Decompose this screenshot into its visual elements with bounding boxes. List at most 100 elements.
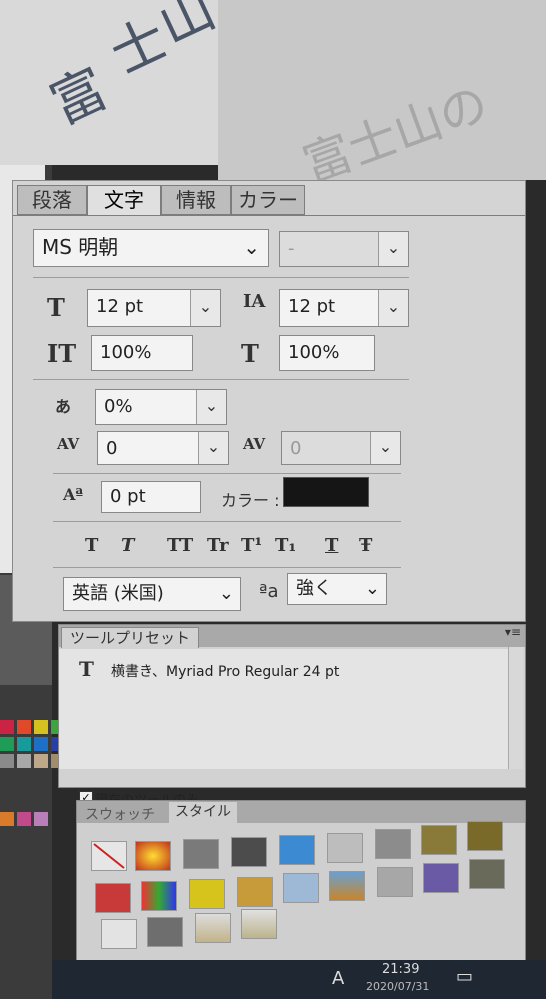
panel-menu-icon[interactable]: ▾≡ (505, 625, 521, 639)
underline-button[interactable]: T (325, 535, 338, 556)
style-swatch[interactable] (327, 833, 363, 863)
notification-icon[interactable]: ▭ (456, 966, 473, 987)
swatch[interactable] (34, 720, 48, 734)
style-swatch[interactable] (95, 883, 131, 913)
swatch-row-left (0, 812, 70, 832)
chevron-down-icon[interactable]: ⌄ (370, 432, 400, 464)
swatch[interactable] (17, 737, 31, 751)
leading-field[interactable]: 12 pt ⌄ (279, 289, 409, 327)
section-divider (53, 521, 401, 522)
style-swatch[interactable] (377, 867, 413, 897)
horizontal-scale-icon: T (241, 339, 259, 368)
swatch[interactable] (0, 720, 14, 734)
font-family-select[interactable]: MS 明朝 ⌄ (33, 229, 269, 267)
style-swatch[interactable] (231, 837, 267, 867)
tracking-field[interactable]: 0 ⌄ (281, 431, 401, 465)
style-swatch[interactable] (375, 829, 411, 859)
style-swatch[interactable] (423, 863, 459, 893)
style-swatch[interactable] (329, 871, 365, 901)
font-size-field[interactable]: 12 pt ⌄ (87, 289, 221, 327)
tracking-icon: AV (243, 435, 266, 453)
style-swatch[interactable] (183, 839, 219, 869)
chevron-down-icon: ⌄ (378, 232, 408, 266)
faux-italic-button[interactable]: T (121, 535, 134, 556)
swatch[interactable] (0, 812, 14, 826)
vertical-scale-field[interactable]: 100% (91, 335, 193, 371)
swatch[interactable] (34, 737, 48, 751)
style-swatch[interactable] (467, 821, 503, 851)
antialias-icon: ªa (259, 581, 279, 602)
swatch[interactable] (0, 754, 14, 768)
tab-color[interactable]: カラー (231, 185, 305, 215)
swatch[interactable] (17, 720, 31, 734)
chevron-down-icon[interactable]: ⌄ (378, 290, 408, 326)
font-style-select[interactable]: - ⌄ (279, 231, 409, 267)
text-color-swatch[interactable] (283, 477, 369, 507)
style-swatch[interactable] (101, 919, 137, 949)
tracking-value: 0 (290, 438, 302, 459)
chevron-down-icon[interactable]: ⌄ (190, 290, 220, 326)
horizontal-scale-field[interactable]: 100% (279, 335, 375, 371)
chevron-down-icon: ⌄ (364, 578, 380, 599)
vertical-scale-value: 100% (100, 342, 152, 363)
section-divider (33, 379, 409, 380)
preset-list: T 横書き、Myriad Pro Regular 24 pt (59, 649, 509, 769)
strikethrough-button[interactable]: Ŧ (359, 535, 372, 556)
clock-date[interactable]: 2020/07/31 (366, 980, 429, 993)
all-caps-button[interactable]: TT (167, 535, 193, 556)
clock-time[interactable]: 21:39 (382, 962, 419, 977)
style-swatch[interactable] (279, 835, 315, 865)
style-swatch[interactable] (283, 873, 319, 903)
swatch[interactable] (34, 812, 48, 826)
tsume-field[interactable]: 0% ⌄ (95, 389, 227, 425)
styles-panel: スウォッチ スタイル (76, 800, 526, 962)
kerning-icon: AV (57, 435, 80, 453)
swatch[interactable] (34, 754, 48, 768)
style-none[interactable] (91, 841, 127, 871)
tab-swatches[interactable]: スウォッチ (85, 804, 155, 824)
swatch[interactable] (17, 812, 31, 826)
font-size-value: 12 pt (96, 296, 144, 317)
baseline-shift-icon: Aª (63, 485, 84, 504)
style-swatch[interactable] (469, 859, 505, 889)
character-panel: 段落 文字 情報 カラー MS 明朝 ⌄ - ⌄ T 12 pt ⌄ IA 12… (12, 180, 526, 622)
tab-character[interactable]: 文字 (87, 185, 161, 216)
tab-divider (13, 215, 525, 216)
style-swatch[interactable] (237, 877, 273, 907)
kerning-value: 0 (106, 438, 118, 459)
small-caps-button[interactable]: Tr (207, 535, 229, 556)
swatch[interactable] (17, 754, 31, 768)
list-item[interactable]: T 横書き、Myriad Pro Regular 24 pt (67, 657, 507, 683)
chevron-down-icon[interactable]: ⌄ (198, 432, 228, 464)
font-size-icon: T (47, 293, 65, 322)
style-swatch[interactable] (421, 825, 457, 855)
baseline-shift-value: 0 pt (110, 486, 146, 507)
style-swatch[interactable] (141, 881, 177, 911)
tab-tool-presets[interactable]: ツールプリセット (61, 627, 200, 648)
faux-bold-button[interactable]: T (85, 535, 98, 556)
baseline-shift-field[interactable]: 0 pt (101, 481, 201, 513)
tab-paragraph[interactable]: 段落 (17, 185, 87, 215)
color-label: カラー : (221, 491, 280, 510)
subscript-button[interactable]: T₁ (275, 535, 296, 556)
swatch[interactable] (0, 737, 14, 751)
superscript-button[interactable]: T¹ (241, 535, 262, 556)
style-swatch[interactable] (135, 841, 171, 871)
style-swatch[interactable] (195, 913, 231, 943)
ime-indicator[interactable]: A (332, 968, 344, 989)
style-swatch[interactable] (147, 917, 183, 947)
style-swatch[interactable] (241, 909, 277, 939)
background-screen: 富士山の (218, 0, 546, 180)
type-tool-icon: T (79, 657, 94, 681)
kerning-field[interactable]: 0 ⌄ (97, 431, 229, 465)
antialias-value: 強く (296, 578, 332, 599)
preset-scrollbar[interactable] (508, 647, 523, 769)
style-swatch[interactable] (189, 879, 225, 909)
antialias-select[interactable]: 強く ⌄ (287, 573, 387, 605)
tab-info[interactable]: 情報 (161, 185, 231, 215)
language-select[interactable]: 英語 (米国) ⌄ (63, 577, 241, 611)
no-style-icon (93, 843, 125, 869)
chevron-down-icon[interactable]: ⌄ (196, 390, 226, 424)
horizontal-scale-value: 100% (288, 342, 340, 363)
tab-styles[interactable]: スタイル (169, 802, 237, 823)
